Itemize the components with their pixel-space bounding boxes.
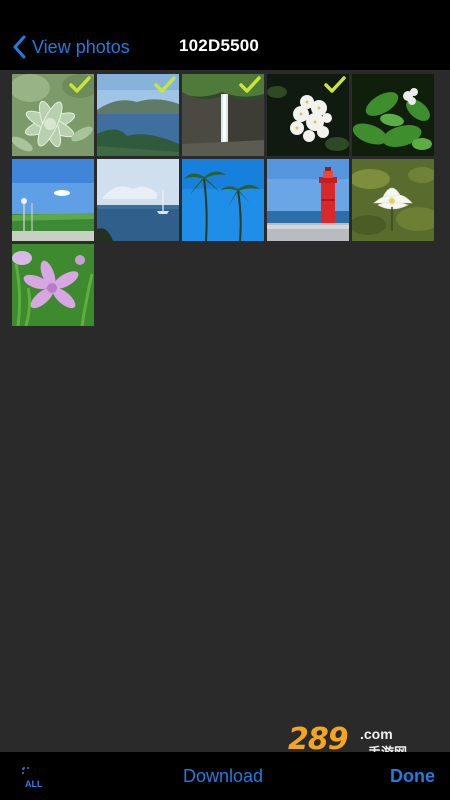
selected-check-icon	[324, 76, 346, 93]
folder-title: 102D5500	[179, 36, 260, 55]
chevron-left-icon	[13, 35, 26, 59]
red-lighthouse-image	[267, 159, 349, 241]
photo-thumbnail-succulent[interactable]	[12, 74, 94, 156]
sea-with-sailboat-image	[97, 159, 179, 241]
seaside-grass-image	[12, 159, 94, 241]
selected-check-icon	[239, 76, 261, 93]
photo-thumbnail-waterfall[interactable]	[182, 74, 264, 156]
palm-trees-image	[182, 159, 264, 241]
back-button-label: View photos	[32, 36, 130, 57]
photo-thumbnail-bay[interactable]	[97, 74, 179, 156]
bottom-toolbar: ALL Download Done	[0, 752, 450, 800]
photo-grid	[12, 74, 438, 326]
photo-thumbnail-lighthouse[interactable]	[267, 159, 349, 241]
photo-thumbnail-sailboat[interactable]	[97, 159, 179, 241]
water-lily-image	[352, 159, 434, 241]
navigation-bar: View photos 102D5500	[0, 0, 450, 70]
photo-thumbnail-white-flowers[interactable]	[267, 74, 349, 156]
selected-check-icon	[154, 76, 176, 93]
green-leaves-image	[352, 74, 434, 156]
back-button[interactable]: View photos	[12, 33, 130, 61]
photo-thumbnail-seaside[interactable]	[12, 159, 94, 241]
selected-check-icon	[69, 76, 91, 93]
watermark-suffix: .com	[360, 726, 393, 742]
photo-thumbnail-palms[interactable]	[182, 159, 264, 241]
photo-thumbnail-water-lily[interactable]	[352, 159, 434, 241]
photo-thumbnail-pink-lily[interactable]	[12, 244, 94, 326]
photo-picker-screen: View photos 102D5500 289 .com ALL Downlo…	[0, 0, 450, 800]
select-all-label: ALL	[25, 779, 43, 789]
done-button[interactable]: Done	[390, 766, 435, 787]
select-all-button[interactable]: ALL	[20, 766, 46, 792]
download-button[interactable]: Download	[183, 766, 263, 787]
pink-lily-image	[12, 244, 94, 326]
photo-thumbnail-leaves[interactable]	[352, 74, 434, 156]
